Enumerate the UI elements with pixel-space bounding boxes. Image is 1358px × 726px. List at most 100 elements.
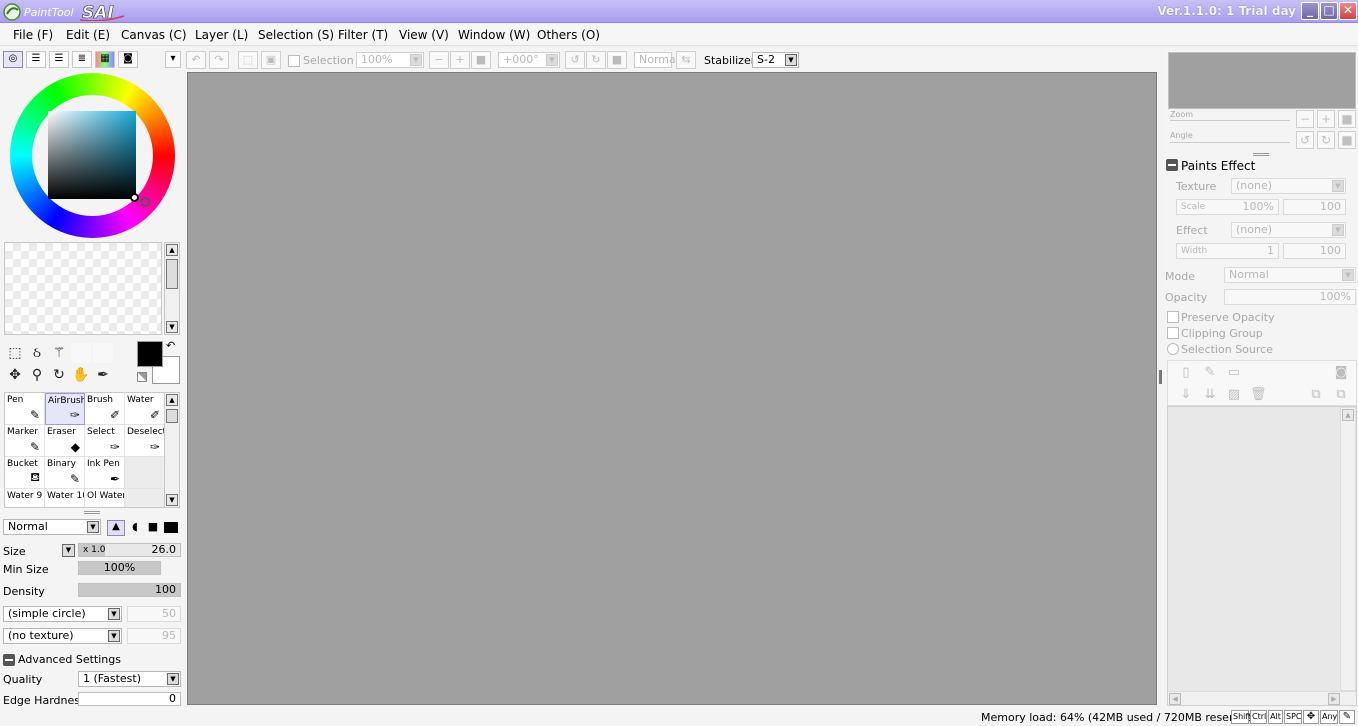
- collapse-icon[interactable]: [3, 654, 15, 666]
- sv-picker-handle[interactable]: [130, 193, 139, 202]
- advanced-settings-label[interactable]: Advanced Settings: [18, 653, 121, 666]
- navigator-preview[interactable]: [1168, 52, 1356, 109]
- nav-zoom-in-icon[interactable]: +: [1317, 110, 1335, 128]
- clipping-group-checkbox[interactable]: [1167, 327, 1179, 339]
- density-slider[interactable]: 100: [78, 583, 181, 597]
- stabilizer-select[interactable]: S-2 ▼: [752, 52, 799, 68]
- panel-menu-icon[interactable]: ▾: [165, 51, 181, 68]
- close-button[interactable]: ✕: [1339, 2, 1357, 20]
- color-wheel-icon[interactable]: ◎: [3, 51, 23, 68]
- scroll-right-icon[interactable]: ▶: [1328, 693, 1340, 705]
- zoom-select[interactable]: 100% ▼: [356, 52, 424, 68]
- tool-airbrush[interactable]: AirBrush ✑: [45, 393, 85, 425]
- menu-selection[interactable]: Selection (S): [258, 28, 334, 42]
- scale-slider[interactable]: Scale 100%: [1176, 199, 1279, 215]
- layer-list[interactable]: ▲ ◀ ▶: [1167, 406, 1357, 706]
- layer-list-hscrollbar[interactable]: ◀ ▶: [1168, 691, 1356, 705]
- ctrl-key-indicator[interactable]: Ctrl: [1250, 710, 1267, 724]
- layer-mode-select[interactable]: Normal ▼: [1224, 267, 1356, 283]
- rotate-ccw-icon[interactable]: ↺: [565, 51, 585, 69]
- effect-select[interactable]: (none) ▼: [1231, 222, 1346, 238]
- edge-hardness-slider[interactable]: 0: [78, 692, 181, 706]
- quality-select[interactable]: 1 (Fastest) ▼: [78, 671, 181, 687]
- brush-shape-hard-icon[interactable]: ■: [146, 520, 160, 536]
- texture-strength-field[interactable]: 95: [127, 628, 181, 644]
- width-slider[interactable]: Width 1: [1176, 243, 1279, 259]
- scroll-thumb[interactable]: [166, 259, 178, 289]
- hand-icon[interactable]: ✋: [71, 365, 91, 385]
- undo-icon[interactable]: ↶: [186, 51, 206, 69]
- minimize-button[interactable]: _: [1301, 2, 1319, 20]
- rotate-icon[interactable]: ↻: [49, 365, 69, 385]
- tool-water-10[interactable]: Water 10: [45, 489, 85, 507]
- new-layer-icon[interactable]: ▯: [1178, 365, 1194, 381]
- layer-list-vscrollbar[interactable]: ▲: [1340, 407, 1356, 691]
- nav-zoom-out-icon[interactable]: −: [1296, 110, 1314, 128]
- lasso-icon[interactable]: ઠ: [27, 343, 47, 363]
- tool-deselect[interactable]: Deselect ✑: [125, 425, 164, 457]
- zoom-reset-icon[interactable]: ■: [471, 51, 491, 69]
- nav-rotate-reset-icon[interactable]: ■: [1338, 131, 1356, 149]
- blend-mode-select[interactable]: Normal ▼: [3, 519, 101, 535]
- eyedropper-icon[interactable]: ✒: [93, 365, 113, 385]
- scroll-up-icon[interactable]: ▲: [166, 244, 178, 256]
- menu-window[interactable]: Window (W): [458, 28, 530, 42]
- scroll-up-icon[interactable]: ▲: [166, 394, 178, 406]
- tool-select[interactable]: Select ✑: [85, 425, 125, 457]
- width-strength-field[interactable]: 100: [1283, 243, 1346, 259]
- flip-horizontal-icon[interactable]: ⇆: [676, 51, 696, 69]
- transfer-down-icon[interactable]: ⇓: [1178, 387, 1194, 403]
- space-key-indicator[interactable]: SPC: [1284, 710, 1302, 724]
- menu-layer[interactable]: Layer (L): [195, 28, 248, 42]
- zoom-slider[interactable]: [1170, 120, 1290, 121]
- tool-brush[interactable]: Brush ✐: [85, 393, 125, 425]
- delete-layer-icon[interactable]: 🗑: [1250, 387, 1267, 403]
- brush-shape-square-icon[interactable]: [164, 522, 178, 533]
- preserve-opacity-checkbox[interactable]: [1167, 311, 1179, 323]
- opacity-slider[interactable]: 100%: [1224, 289, 1356, 305]
- swatch-scrollbar[interactable]: ▲ ▼: [164, 242, 180, 335]
- menu-filter[interactable]: Filter (T): [338, 28, 388, 42]
- magic-wand-icon[interactable]: ⚚: [49, 343, 69, 363]
- tool-marker[interactable]: Marker ✎: [5, 425, 45, 457]
- brush-shape-medium-icon[interactable]: ◖: [128, 520, 142, 536]
- selection-checkbox[interactable]: [288, 55, 300, 67]
- deselect-icon[interactable]: ⬚: [238, 51, 258, 69]
- rotate-cw-icon[interactable]: ↻: [586, 51, 606, 69]
- rgb-slider-icon[interactable]: ☰: [26, 51, 46, 68]
- swatch-palette[interactable]: [4, 242, 162, 335]
- tool-scrollbar[interactable]: ▲ ▼: [164, 392, 180, 508]
- primary-color-swatch[interactable]: [137, 341, 163, 367]
- swatch-grid-icon[interactable]: ▦: [95, 51, 115, 68]
- texture-select[interactable]: (none) ▼: [1231, 178, 1346, 194]
- maximize-button[interactable]: □: [1320, 2, 1338, 20]
- collapse-icon[interactable]: [1166, 159, 1178, 171]
- tool-binary[interactable]: Binary ✎: [45, 457, 85, 489]
- clear-layer-icon[interactable]: ▨: [1226, 387, 1242, 403]
- transparent-color-icon[interactable]: [137, 372, 147, 382]
- zoom-icon[interactable]: ⚲: [27, 365, 47, 385]
- scratchpad-icon[interactable]: ◙: [118, 51, 138, 68]
- rotation-select[interactable]: +000° ▼: [498, 52, 560, 68]
- move-icon[interactable]: ✥: [5, 365, 25, 385]
- scroll-up-icon[interactable]: ▲: [1342, 409, 1354, 421]
- scale-strength-field[interactable]: 100: [1283, 199, 1346, 215]
- menu-others[interactable]: Others (O): [537, 28, 600, 42]
- menu-edit[interactable]: Edit (E): [66, 28, 110, 42]
- alt-key-indicator[interactable]: Alt: [1268, 710, 1283, 724]
- nav-rotate-cw-icon[interactable]: ↻: [1317, 131, 1335, 149]
- rotate-reset-icon[interactable]: ■: [607, 51, 627, 69]
- tool-water-9[interactable]: Water 9: [5, 489, 45, 507]
- nav-zoom-reset-icon[interactable]: ■: [1338, 110, 1356, 128]
- layer-mask-icon[interactable]: ◙: [1333, 365, 1349, 381]
- angle-slider[interactable]: [1170, 142, 1290, 143]
- pen-pressure-icon[interactable]: ✎: [1339, 710, 1355, 724]
- swatch-list-icon[interactable]: ≣: [72, 51, 92, 68]
- brush-shape-select[interactable]: (simple circle) ▼: [3, 606, 122, 622]
- shift-key-indicator[interactable]: Shift: [1231, 710, 1251, 724]
- new-folder-icon[interactable]: ▭: [1226, 365, 1242, 381]
- size-dropdown-icon[interactable]: ▼: [62, 544, 75, 557]
- selection-source-radio[interactable]: [1167, 343, 1179, 355]
- tool-pen[interactable]: Pen ✎: [5, 393, 45, 425]
- any-key-indicator[interactable]: Any: [1320, 710, 1338, 724]
